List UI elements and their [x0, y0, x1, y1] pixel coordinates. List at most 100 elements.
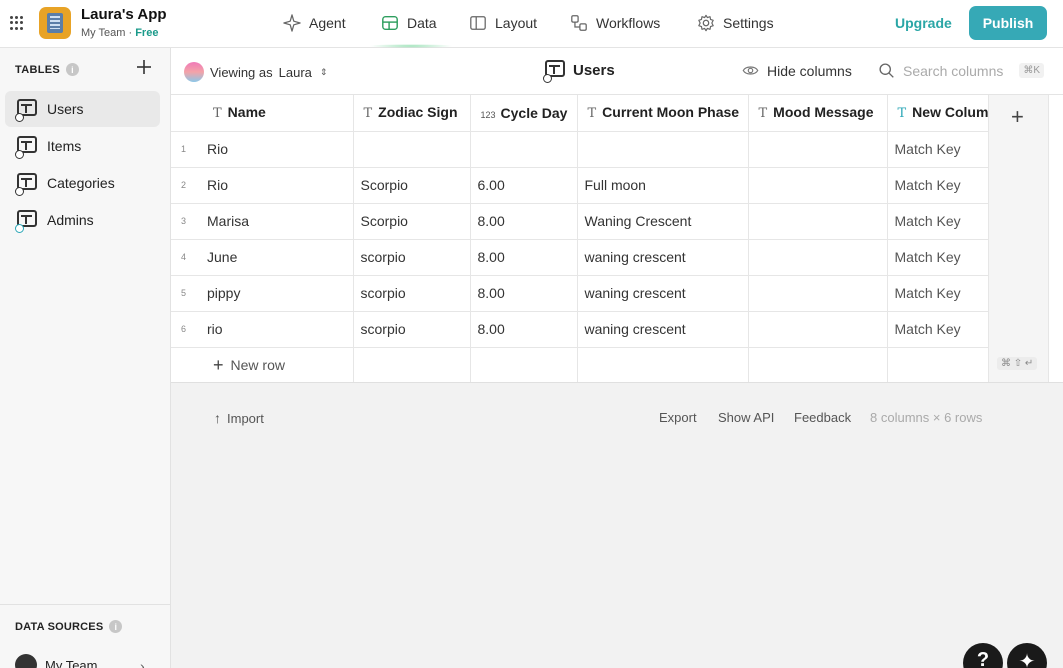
cell-cycle-day[interactable]: 8.00: [470, 275, 578, 312]
app-logo[interactable]: [39, 7, 71, 39]
cell-new-column[interactable]: Match Key: [887, 131, 998, 168]
column-header-cycle-day[interactable]: 123 Cycle Day: [470, 95, 578, 132]
cell-new-column[interactable]: Match Key: [887, 311, 998, 348]
new-row-button[interactable]: + New row: [171, 347, 354, 382]
text-type-icon: T: [587, 106, 597, 122]
sidebar-item-label: Admins: [47, 212, 94, 228]
cell-new-column[interactable]: Match Key: [887, 275, 998, 312]
cell-moon-phase[interactable]: waning crescent: [577, 239, 749, 276]
import-button[interactable]: ↑ Import: [214, 410, 264, 426]
feedback-button[interactable]: Feedback: [794, 410, 851, 425]
cell-mood-message[interactable]: [748, 239, 888, 276]
column-label: Cycle Day: [500, 104, 568, 121]
help-button[interactable]: ?: [963, 643, 1003, 668]
cell-zodiac[interactable]: scorpio: [353, 239, 471, 276]
table-summary: 8 columns × 6 rows: [870, 410, 983, 425]
table-row[interactable]: 2 Rio Scorpio 6.00 Full moon Match Key: [171, 167, 998, 204]
cell-cycle-day[interactable]: 8.00: [470, 311, 578, 348]
show-api-button[interactable]: Show API: [718, 410, 774, 425]
data-grid: T Name T Zodiac Sign 123 Cycle Day T Current…: [171, 95, 1063, 383]
cell-new-column[interactable]: Match Key: [887, 239, 998, 276]
cell-zodiac[interactable]: Scorpio: [353, 203, 471, 240]
chevron-right-icon[interactable]: ›: [140, 658, 145, 668]
table-icon: [15, 99, 37, 122]
viewing-as-selector[interactable]: Viewing as Laura ⇕: [184, 62, 327, 82]
cell-mood-message[interactable]: [748, 311, 888, 348]
cell-name[interactable]: June: [204, 239, 354, 276]
data-source-team[interactable]: My Team: [15, 654, 98, 668]
publish-button[interactable]: Publish: [969, 6, 1047, 40]
cell-cycle-day[interactable]: [470, 131, 578, 168]
nav-agent-label: Agent: [309, 15, 346, 31]
search-columns-input[interactable]: Search columns ⌘K: [878, 62, 1045, 79]
upgrade-button[interactable]: Upgrade: [895, 15, 952, 31]
table-row[interactable]: 6 rio scorpio 8.00 waning crescent Match…: [171, 311, 998, 348]
export-button[interactable]: Export: [659, 410, 697, 425]
info-icon[interactable]: i: [65, 63, 79, 76]
sidebar-item-label: Items: [47, 138, 82, 154]
cell-name[interactable]: Rio: [204, 131, 354, 168]
new-row[interactable]: + New row: [171, 347, 998, 382]
viewing-prefix: Viewing as: [210, 64, 273, 80]
cell-zodiac[interactable]: scorpio: [353, 275, 471, 312]
column-header-mood-message[interactable]: T Mood Message: [748, 95, 888, 132]
nav-layout-label: Layout: [495, 15, 538, 31]
table-row[interactable]: 3 Marisa Scorpio 8.00 Waning Crescent Ma…: [171, 203, 998, 240]
column-label: Current Moon Phase: [602, 104, 740, 121]
sidebar-item-categories[interactable]: Categories: [5, 165, 160, 201]
data-sources-label: DATA SOURCES: [15, 620, 104, 633]
add-table-icon[interactable]: [135, 58, 153, 76]
row-number: 1: [171, 131, 204, 168]
nav-workflows[interactable]: Workflows: [570, 0, 660, 46]
cell-zodiac[interactable]: Scorpio: [353, 167, 471, 204]
sidebar-item-admins[interactable]: Admins: [5, 202, 160, 238]
cell-moon-phase[interactable]: Full moon: [577, 167, 749, 204]
column-header-new-column[interactable]: T New Column: [887, 95, 998, 132]
nav-layout[interactable]: Layout: [469, 0, 537, 46]
apps-grid-icon[interactable]: [10, 16, 24, 30]
cell-mood-message[interactable]: [748, 167, 888, 204]
table-row[interactable]: 5 pippy scorpio 8.00 waning crescent Mat…: [171, 275, 998, 312]
cell-name[interactable]: Marisa: [204, 203, 354, 240]
cell-mood-message[interactable]: [748, 275, 888, 312]
cell-moon-phase[interactable]: Waning Crescent: [577, 203, 749, 240]
cell-zodiac[interactable]: scorpio: [353, 311, 471, 348]
cell-new-column[interactable]: Match Key: [887, 167, 998, 204]
hide-columns-label: Hide columns: [767, 62, 852, 79]
hide-columns-button[interactable]: Hide columns: [742, 62, 852, 79]
team-name: My Team: [81, 27, 126, 39]
cell-mood-message[interactable]: [748, 131, 888, 168]
table-icon: [15, 173, 37, 196]
app-name[interactable]: Laura's App: [81, 6, 167, 23]
cell-name[interactable]: Rio: [204, 167, 354, 204]
add-column-icon[interactable]: +: [1011, 104, 1024, 130]
sidebar-item-items[interactable]: Items: [5, 128, 160, 164]
tables-heading: TABLES i: [15, 63, 79, 76]
cell-cycle-day[interactable]: 6.00: [470, 167, 578, 204]
cell-moon-phase[interactable]: waning crescent: [577, 275, 749, 312]
cell-cycle-day[interactable]: 8.00: [470, 239, 578, 276]
nav-agent[interactable]: Agent: [283, 0, 346, 46]
assistant-button[interactable]: ✦: [1007, 643, 1047, 668]
cell-mood-message[interactable]: [748, 203, 888, 240]
cell-cycle-day[interactable]: 8.00: [470, 203, 578, 240]
column-header-zodiac[interactable]: T Zodiac Sign: [353, 95, 471, 132]
info-icon[interactable]: i: [109, 620, 123, 633]
cell-name[interactable]: pippy: [204, 275, 354, 312]
column-label: Mood Message: [773, 104, 874, 121]
cell-name[interactable]: rio: [204, 311, 354, 348]
empty-cell: [353, 347, 471, 382]
table-row[interactable]: 4 June scorpio 8.00 waning crescent Matc…: [171, 239, 998, 276]
column-header-moon-phase[interactable]: T Current Moon Phase: [577, 95, 749, 132]
top-bar: Laura's App My Team · Free Agent Data La…: [0, 0, 1063, 48]
sidebar-item-users[interactable]: Users: [5, 91, 160, 127]
cell-new-column[interactable]: Match Key: [887, 203, 998, 240]
nav-settings[interactable]: Settings: [697, 0, 774, 46]
cell-zodiac[interactable]: [353, 131, 471, 168]
table-row[interactable]: 1 Rio Match Key: [171, 131, 998, 168]
cell-moon-phase[interactable]: [577, 131, 749, 168]
cell-moon-phase[interactable]: waning crescent: [577, 311, 749, 348]
column-header-name[interactable]: T Name: [171, 95, 354, 132]
eye-icon: [742, 66, 759, 75]
nav-data[interactable]: Data: [369, 0, 453, 48]
